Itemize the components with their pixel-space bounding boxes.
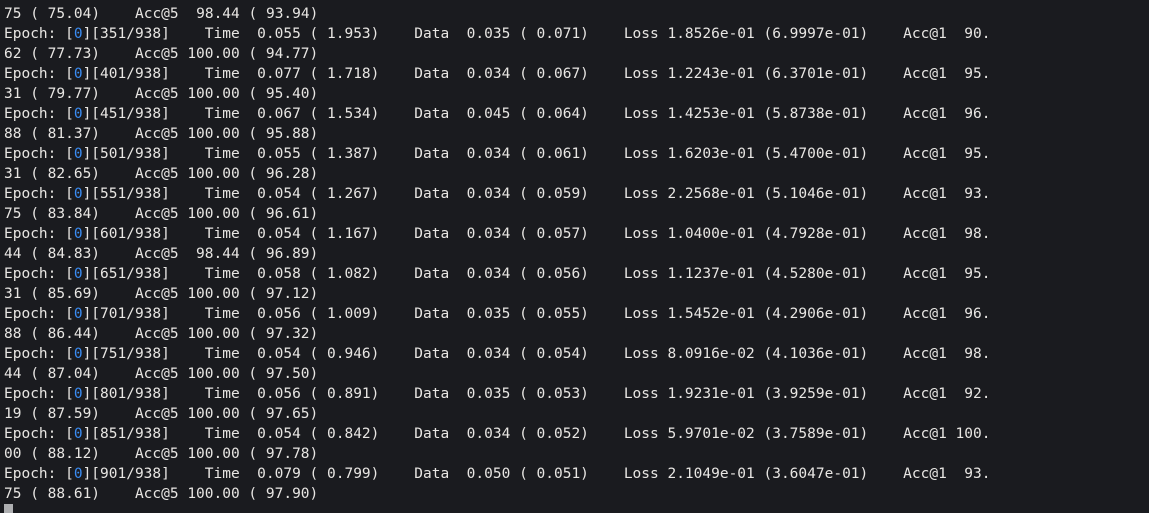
terminal-cursor xyxy=(4,504,13,513)
terminal-output: 75 ( 75.04) Acc@5 98.44 ( 93.94) Epoch: … xyxy=(0,0,1149,513)
log-line: 75 ( 75.04) Acc@5 98.44 ( 93.94) xyxy=(4,6,318,22)
